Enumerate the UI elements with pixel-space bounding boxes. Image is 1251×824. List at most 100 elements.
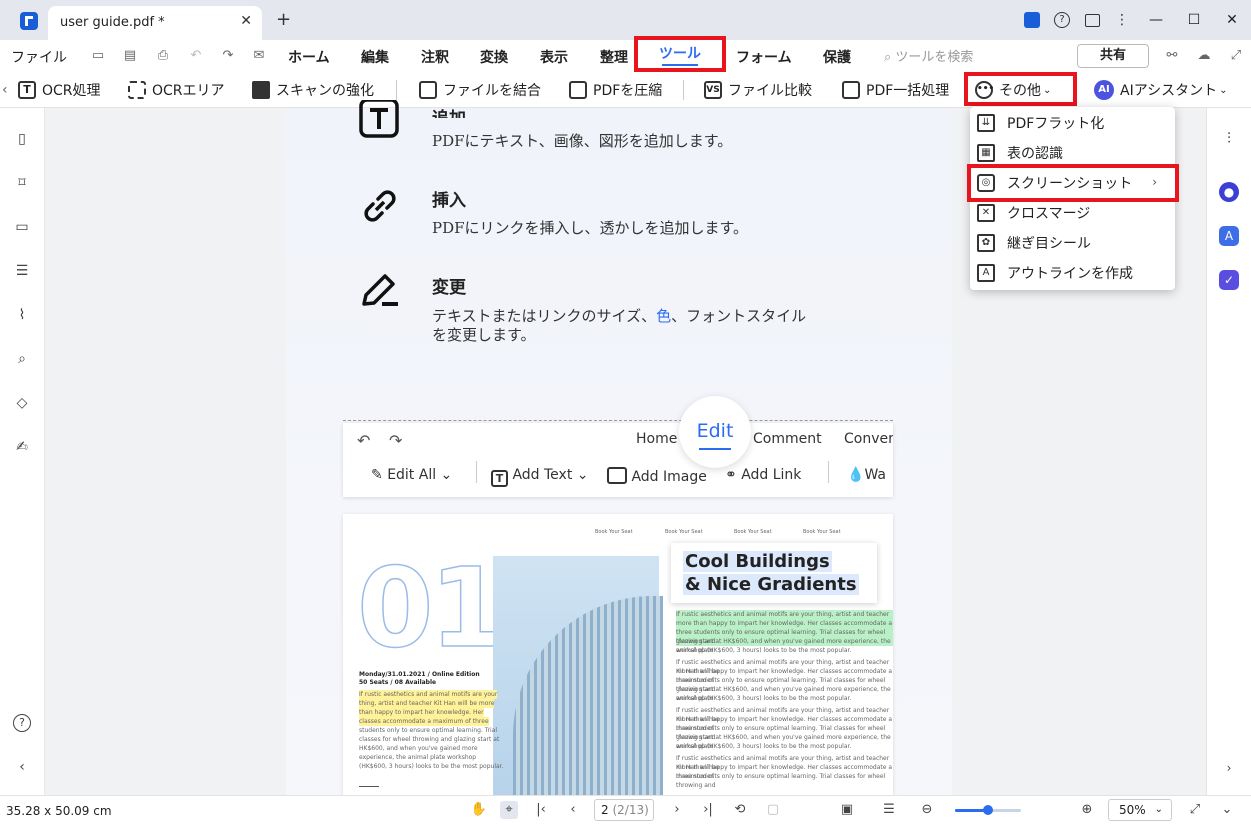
scroll-mode-icon[interactable]: ☰ bbox=[880, 801, 898, 819]
illustration-add-text: T Add Text ⌄ bbox=[491, 467, 589, 487]
first-page-icon[interactable]: |‹ bbox=[532, 801, 550, 819]
zoom-in-icon[interactable]: ⊕ bbox=[1078, 801, 1096, 819]
illustration-add-image: Add Image bbox=[607, 467, 707, 485]
building-photo bbox=[493, 556, 663, 795]
magazine-left-text: experience, the animal plate workshop bbox=[359, 754, 477, 761]
document-tab[interactable]: user guide.pdf * ✕ bbox=[48, 6, 262, 40]
fit-page-icon[interactable]: ⤢ bbox=[1186, 801, 1204, 819]
properties-sliders-icon[interactable]: ⫶ bbox=[1219, 128, 1239, 148]
translate-icon[interactable]: A bbox=[1219, 226, 1239, 246]
menu-convert[interactable]: 変換 bbox=[480, 47, 508, 67]
chevron-down-icon: ⌄ bbox=[1219, 84, 1228, 96]
comment-icon[interactable]: ▭ bbox=[13, 218, 31, 236]
redo-illustration-icon: ↷ bbox=[389, 431, 403, 450]
collapse-right-icon[interactable]: › bbox=[1219, 758, 1239, 778]
ai-assistant-button[interactable]: AI AIアシスタント ⌄ bbox=[1094, 79, 1228, 101]
last-page-icon[interactable]: ›| bbox=[699, 801, 717, 819]
previous-page-icon[interactable]: ‹ bbox=[564, 801, 582, 819]
image-icon bbox=[607, 467, 627, 484]
edit-tab-bubble: Edit bbox=[679, 396, 751, 468]
ai-assistant-label: AIアシスタント bbox=[1120, 83, 1218, 99]
dropdown-item-label: アウトラインを作成 bbox=[1007, 266, 1133, 282]
ocr-area-button[interactable]: OCRエリア bbox=[128, 79, 225, 101]
menu-protect[interactable]: 保護 bbox=[823, 47, 851, 67]
menu-annotate[interactable]: 注釈 bbox=[421, 47, 449, 67]
menu-organize[interactable]: 整理 bbox=[600, 47, 628, 67]
rotate-page-icon[interactable]: ⟲ bbox=[731, 801, 749, 819]
menu-edit[interactable]: 編集 bbox=[361, 47, 389, 67]
add-text-icon bbox=[358, 98, 402, 144]
signature-icon[interactable]: ✍ bbox=[13, 438, 31, 456]
collapse-left-icon[interactable]: ‹ bbox=[13, 758, 31, 776]
toolbar-divider bbox=[396, 80, 397, 100]
batch-process-button[interactable]: PDF一括処理 bbox=[842, 79, 949, 101]
zoom-slider[interactable] bbox=[955, 805, 1021, 815]
proofread-icon[interactable]: ✓ bbox=[1219, 270, 1239, 290]
undo-icon[interactable]: ↶ bbox=[188, 48, 204, 64]
minimize-icon[interactable]: — bbox=[1137, 5, 1175, 35]
more-tools-highlight bbox=[964, 72, 1077, 106]
help-icon[interactable]: ? bbox=[1047, 5, 1077, 35]
zoom-select[interactable]: 50% ⌄ bbox=[1108, 799, 1172, 821]
link-icon bbox=[358, 184, 402, 228]
close-tab-icon[interactable]: ✕ bbox=[240, 13, 252, 29]
attachment-icon[interactable]: ⌇ bbox=[13, 306, 31, 324]
ocr-button[interactable]: T OCR処理 bbox=[18, 79, 101, 101]
compress-pdf-button[interactable]: PDFを圧縮 bbox=[569, 79, 662, 101]
compare-files-button[interactable]: VS ファイル比較 bbox=[704, 79, 812, 101]
left-sidebar: ▯ ⌑ ▭ ☰ ⌇ ⌕ ◇ ✍ ? ‹ bbox=[0, 108, 45, 795]
toolbar-scroll-left-icon[interactable]: ‹ bbox=[2, 79, 8, 101]
select-tool-icon[interactable]: ⌖ bbox=[500, 801, 518, 819]
dropdown-item-cross-merge[interactable]: ✕ クロスマージ bbox=[970, 198, 1175, 228]
feature-change-desc: テキストまたはリンクのサイズ、色、フォントスタイル bbox=[432, 305, 806, 326]
page-thumbnail-icon[interactable]: ▯ bbox=[13, 130, 31, 148]
dropdown-item-seam-seal[interactable]: ✿ 継ぎ目シール bbox=[970, 228, 1175, 258]
more-options-icon[interactable]: ⋮ bbox=[1107, 5, 1137, 35]
enhance-scan-button[interactable]: スキャンの強化 bbox=[252, 79, 374, 101]
connect-icon[interactable]: ⚯ bbox=[1164, 48, 1180, 64]
menu-tools[interactable]: ツール bbox=[634, 36, 726, 72]
magazine-body-text: workshop (HK$600, 3 hours) looks to be t… bbox=[676, 695, 852, 702]
feature-change-title: 変更 bbox=[432, 278, 466, 298]
layers-list-icon[interactable]: ☰ bbox=[13, 262, 31, 280]
feedback-icon[interactable] bbox=[1077, 5, 1107, 35]
help-circle-icon[interactable]: ? bbox=[13, 714, 31, 732]
expand-icon[interactable]: ⤢ bbox=[1228, 48, 1244, 64]
dropdown-item-create-outline[interactable]: A アウトラインを作成 bbox=[970, 258, 1175, 288]
bookmark-icon[interactable]: ⌑ bbox=[13, 174, 31, 192]
magazine-left-text: classes accommodate a maximum of three bbox=[359, 717, 489, 726]
menu-home[interactable]: ホーム bbox=[288, 47, 330, 67]
hand-tool-icon[interactable]: ✋ bbox=[470, 801, 488, 819]
ai-robot-icon[interactable]: ● bbox=[1219, 182, 1239, 202]
search-panel-icon[interactable]: ⌕ bbox=[13, 350, 31, 368]
next-page-icon[interactable]: › bbox=[668, 801, 686, 819]
redo-icon[interactable]: ↷ bbox=[220, 48, 236, 64]
menu-file[interactable]: ファイル bbox=[11, 47, 67, 67]
right-sidebar: ⫶ ● A ✓ › bbox=[1206, 108, 1251, 795]
tool-search[interactable]: ⌕ ツールを検索 bbox=[884, 46, 973, 65]
email-icon[interactable]: ✉ bbox=[251, 48, 267, 64]
page-layout-icon[interactable]: ▣ bbox=[838, 801, 856, 819]
feature-insert-desc: PDFにリンクを挿入し、透かしを追加します。 bbox=[432, 219, 749, 237]
new-tab-icon[interactable]: + bbox=[276, 9, 291, 30]
menu-form[interactable]: フォーム bbox=[736, 47, 792, 67]
zoom-slider-handle[interactable] bbox=[983, 805, 993, 815]
save-icon[interactable]: ▭ bbox=[90, 48, 106, 64]
account-icon[interactable] bbox=[1017, 5, 1047, 35]
menu-view[interactable]: 表示 bbox=[540, 47, 568, 67]
combine-files-button[interactable]: ファイルを結合 bbox=[419, 79, 541, 101]
maximize-icon[interactable]: ☐ bbox=[1175, 5, 1213, 35]
crop-page-icon[interactable]: ▢ bbox=[764, 801, 782, 819]
magazine-left-text: than happy to impart her knowledge. Her bbox=[359, 708, 484, 717]
page-number-input[interactable]: 2 (2/13) bbox=[594, 799, 654, 821]
zoom-out-icon[interactable]: ⊖ bbox=[918, 801, 936, 819]
save-as-icon[interactable]: ▤ bbox=[122, 48, 138, 64]
batch-icon bbox=[842, 81, 860, 99]
status-more-icon[interactable]: ⌄ bbox=[1218, 801, 1236, 819]
layers-icon[interactable]: ◇ bbox=[13, 394, 31, 412]
share-button[interactable]: 共有 bbox=[1077, 44, 1149, 68]
print-icon[interactable]: ⎙ bbox=[155, 48, 171, 64]
cloud-upload-icon[interactable]: ☁ bbox=[1196, 48, 1212, 64]
window-close-icon[interactable]: ✕ bbox=[1213, 5, 1251, 35]
dropdown-item-flatten[interactable]: ⇊ PDFフラット化 bbox=[970, 108, 1175, 138]
